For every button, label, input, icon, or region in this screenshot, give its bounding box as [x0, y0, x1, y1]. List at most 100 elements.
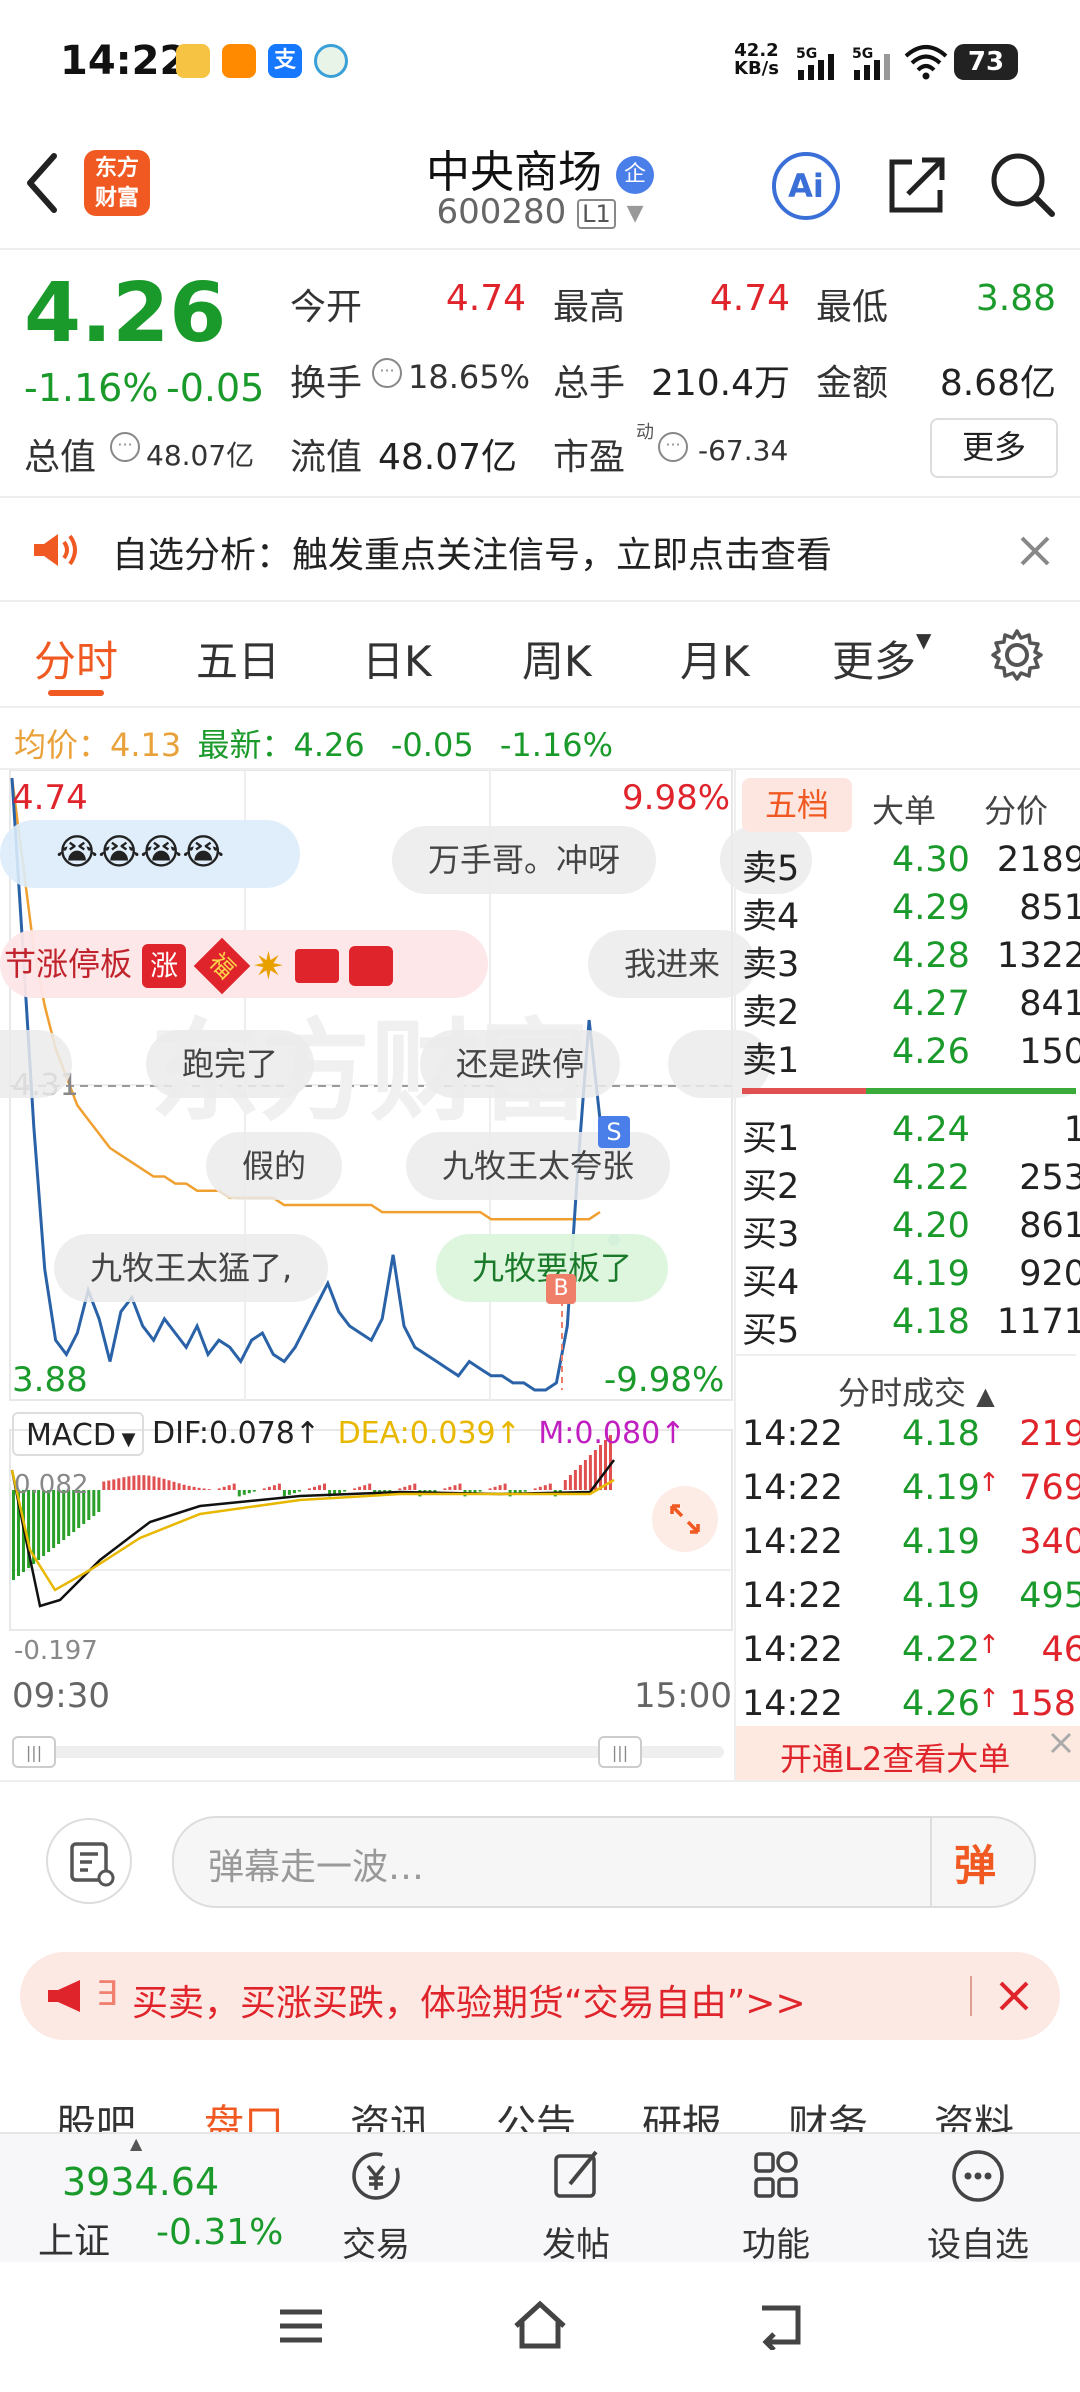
orderbook-tab-price[interactable]: 分价 [984, 786, 1048, 832]
danmu-item[interactable]: 还是跌停 [420, 1030, 621, 1098]
low-label: 最低 [816, 287, 889, 328]
more-quote-button[interactable]: 更多 [930, 418, 1058, 478]
back-nav-icon[interactable] [754, 2300, 806, 2350]
danmu-item[interactable]: 我进来 [588, 930, 757, 998]
trades-title[interactable]: 分时成交 ▲ [838, 1368, 995, 1414]
tab-daily-k[interactable]: 日K [362, 628, 432, 689]
divider [0, 496, 1080, 498]
tab-weekly-k[interactable]: 周K [522, 628, 592, 689]
settings-gear-icon[interactable] [990, 628, 1044, 682]
range-handle-left[interactable]: ||| [12, 1736, 56, 1768]
expand-chart-button[interactable] [652, 1486, 718, 1552]
close-icon[interactable] [1018, 534, 1052, 568]
close-icon[interactable] [998, 1980, 1030, 2012]
dif-label: DIF: [152, 1416, 209, 1451]
orderbook-tab-five[interactable]: 五档 [742, 778, 852, 832]
macd-bar [353, 1488, 357, 1490]
trade-price: 4.19 [902, 1576, 980, 1616]
danmu-festival-text: 节涨停板 [4, 945, 133, 983]
bid-row[interactable]: 买5 4.18 1171 [742, 1302, 1080, 1351]
danmu-input-box[interactable]: 弹幕走一波… 弹 [172, 1816, 1036, 1908]
macd-bar [107, 1480, 111, 1490]
bid-row[interactable]: 买3 4.20 861 [742, 1206, 1080, 1255]
indicator-select[interactable]: MACD ▼ [12, 1412, 144, 1456]
danmu-item[interactable]: 九牧王太夸张 [406, 1132, 671, 1200]
macd-bar [142, 1475, 146, 1490]
network-speed: 42.2 KB/s [734, 42, 779, 78]
flag-icon [294, 949, 339, 983]
info-icon[interactable]: ··· [372, 358, 402, 388]
menu-icon[interactable] [276, 2306, 326, 2346]
danmu-settings-button[interactable] [46, 1818, 132, 1904]
functions-button[interactable]: 功能 [706, 2146, 846, 2266]
macd-bar [167, 1480, 171, 1490]
macd-bar [252, 1490, 256, 1492]
tab-more[interactable]: 更多▼ [832, 628, 931, 689]
macd-bar [343, 1490, 347, 1492]
home-icon[interactable] [510, 2298, 570, 2352]
danmu-festival-bubble[interactable]: 节涨停板 涨 福 ✷ [0, 930, 488, 998]
share-icon[interactable] [884, 152, 950, 218]
index-value[interactable]: 3934.64 [62, 2160, 219, 2204]
ai-assistant-button[interactable]: Ai [772, 152, 840, 220]
post-button[interactable]: 发帖 [506, 2146, 646, 2266]
more-dots-icon [952, 2150, 1004, 2202]
ask-row[interactable]: 卖3 4.28 1322 [742, 936, 1080, 985]
orderbook-tab-large[interactable]: 大单 [872, 786, 936, 832]
bid-row[interactable]: 买2 4.22 253 [742, 1158, 1080, 1207]
trade-price: 4.19 [902, 1522, 980, 1562]
info-icon[interactable]: ··· [110, 432, 140, 462]
tab-intraday[interactable]: 分时 [34, 628, 118, 689]
macd-bar [112, 1479, 116, 1490]
ask-volume: 150 [1019, 1032, 1080, 1072]
bid-price: 4.22 [892, 1158, 970, 1198]
search-icon[interactable] [988, 150, 1058, 220]
macd-bar [122, 1477, 126, 1490]
ask-row[interactable]: 卖1 4.26 150 [742, 1032, 1080, 1081]
range-handle-right[interactable]: ||| [598, 1736, 642, 1768]
danmu-item[interactable] [0, 1030, 72, 1098]
ask-row[interactable]: 卖2 4.27 841 [742, 984, 1080, 1033]
futures-promo-banner[interactable]: ∃ 买卖，买涨买跌，体验期货“交易自由”>> [20, 1952, 1060, 2040]
macd-bar [92, 1490, 96, 1516]
bid-row[interactable]: 买1 4.24 1 [742, 1110, 1080, 1159]
signal-1-label: 5G [796, 46, 817, 62]
macd-bar [498, 1485, 502, 1490]
macd-bar [543, 1485, 547, 1490]
macd-bar [533, 1488, 537, 1490]
avg-value: 4.13 [110, 726, 182, 764]
tab-monthly-k[interactable]: 月K [680, 628, 750, 689]
signal-notice[interactable]: 自选分析：触发重点关注信号，立即点击查看 [0, 500, 1080, 600]
macd-bar [503, 1483, 507, 1490]
ask-row[interactable]: 卖4 4.29 851 [742, 888, 1080, 937]
macd-bar [232, 1483, 236, 1490]
trade-volume: 158 [1009, 1684, 1076, 1724]
close-icon[interactable] [1048, 1730, 1074, 1756]
danmu-item[interactable]: 万手哥。冲呀 [392, 826, 657, 894]
danmu-send-button[interactable]: 弹 [954, 1832, 996, 1893]
ask-row[interactable]: 卖5 4.30 2189 [742, 840, 1080, 889]
add-watchlist-button[interactable]: 设自选 [908, 2146, 1048, 2266]
sell-marker[interactable]: S [598, 1116, 630, 1148]
danmu-emoji-bubble[interactable]: 😭😭😭😭 [0, 820, 300, 888]
danmu-item[interactable]: 假的 [206, 1132, 343, 1200]
trade-price: 4.18 [902, 1414, 980, 1454]
tab-five-day[interactable]: 五日 [196, 628, 280, 689]
ask-label: 卖2 [742, 993, 800, 1033]
buy-marker[interactable]: B [546, 1274, 576, 1304]
ask-volume: 841 [1019, 984, 1080, 1024]
danmu-item[interactable]: 九牧王太猛了, [54, 1234, 329, 1302]
danmu-item[interactable]: 跑完了 [146, 1030, 315, 1098]
megaphone-icon [48, 1980, 80, 2012]
open-value: 4.74 [445, 278, 526, 319]
l2-upgrade-banner[interactable]: 开通L2查看大单 [736, 1726, 1080, 1780]
status-bar: 14:22 支 42.2 KB/s 5G 5G 73 [0, 0, 1080, 128]
trade-button[interactable]: 交易 [306, 2146, 446, 2266]
macd-bar [187, 1485, 191, 1490]
macd-bar [408, 1485, 412, 1490]
macd-bar [478, 1490, 482, 1492]
stock-name-text: 中央商场 [426, 147, 602, 198]
bid-row[interactable]: 买4 4.19 920 [742, 1254, 1080, 1303]
info-icon[interactable]: ··· [658, 432, 688, 462]
expand-icon [670, 1504, 700, 1534]
